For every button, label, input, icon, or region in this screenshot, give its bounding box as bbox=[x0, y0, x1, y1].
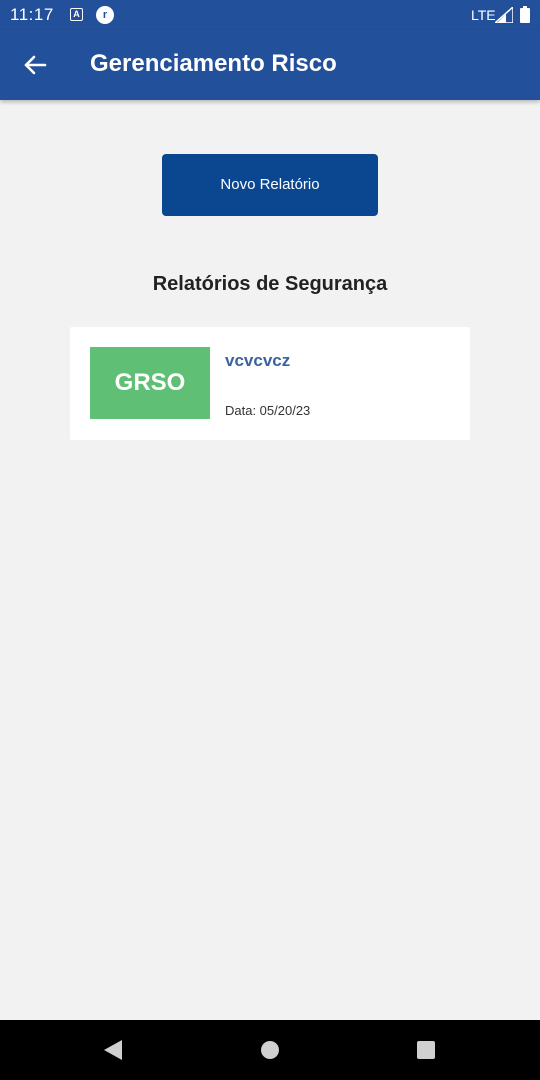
report-type-badge: GRSO bbox=[90, 347, 210, 419]
battery-icon bbox=[520, 6, 530, 23]
status-time: 11:17 bbox=[10, 5, 54, 24]
report-name: vcvcvcz bbox=[225, 351, 291, 370]
section-title: Relatórios de Segurança bbox=[152, 273, 388, 295]
report-date: Data: 05/20/23 bbox=[225, 403, 311, 418]
notification-a-icon: A bbox=[70, 8, 83, 21]
triangle-back-icon[interactable] bbox=[104, 1040, 122, 1060]
signal-icon bbox=[495, 7, 513, 23]
network-type-label: LTE bbox=[471, 7, 496, 23]
square-recents-icon[interactable] bbox=[417, 1041, 435, 1059]
report-card[interactable]: GRSO vcvcvcz Data: 05/20/23 bbox=[70, 327, 470, 440]
circle-home-icon[interactable] bbox=[261, 1041, 279, 1059]
screen: 11:17 A r LTE Gerenciamento Risco Novo R… bbox=[0, 0, 540, 1080]
new-report-button[interactable]: Novo Relatório bbox=[162, 154, 378, 216]
page-title: Gerenciamento Risco bbox=[90, 50, 337, 77]
app-bar: Gerenciamento Risco bbox=[0, 30, 540, 100]
back-arrow-icon[interactable] bbox=[18, 48, 52, 82]
navigation-bar bbox=[0, 1020, 540, 1080]
status-bar: 11:17 A r LTE bbox=[0, 0, 540, 30]
notification-r-icon: r bbox=[96, 6, 114, 24]
